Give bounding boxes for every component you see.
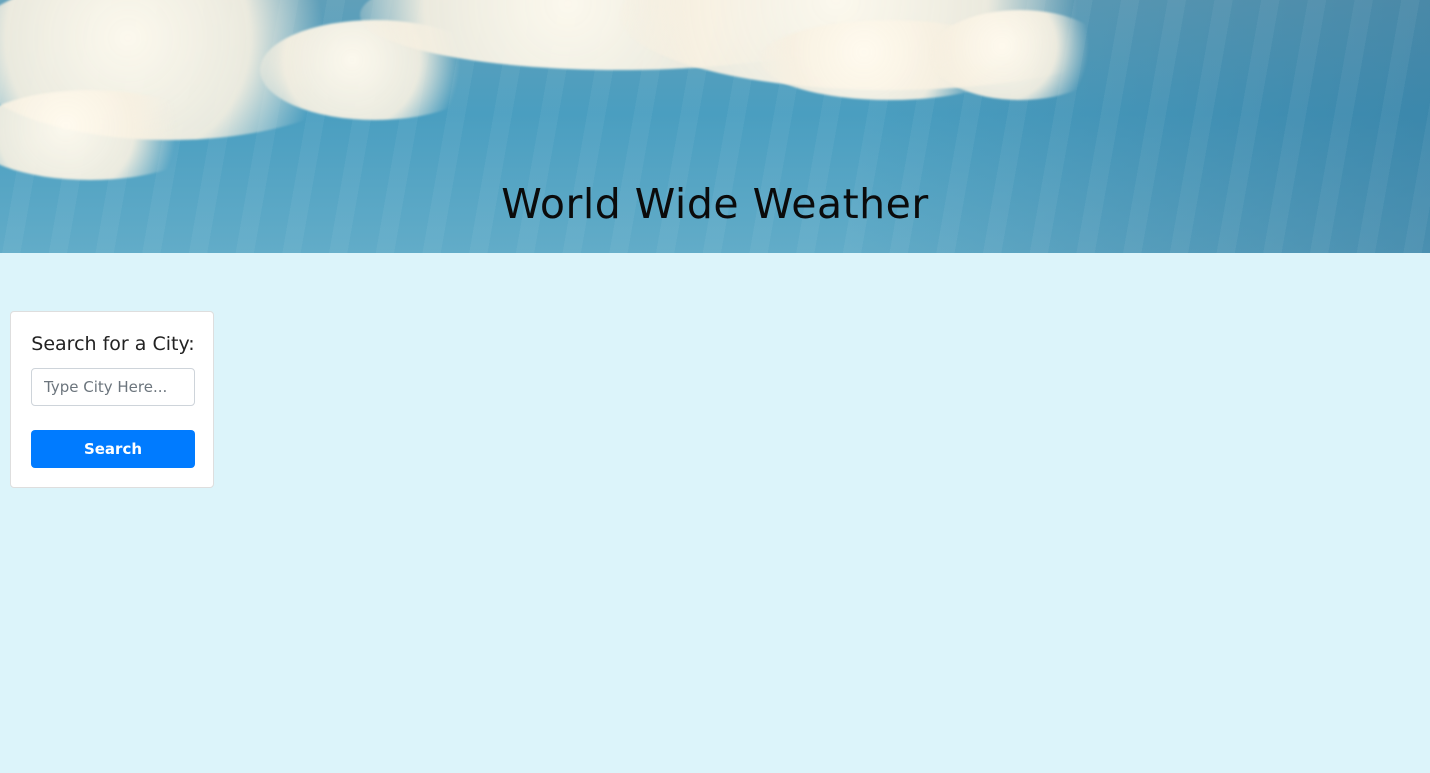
cloud — [930, 10, 1110, 100]
page-title: World Wide Weather — [501, 180, 929, 228]
search-button[interactable]: Search — [31, 430, 195, 468]
header-banner: World Wide Weather — [0, 0, 1430, 253]
search-heading: Search for a City: — [31, 333, 195, 355]
city-search-input[interactable] — [31, 368, 195, 406]
search-card: Search for a City: Search — [10, 311, 214, 488]
